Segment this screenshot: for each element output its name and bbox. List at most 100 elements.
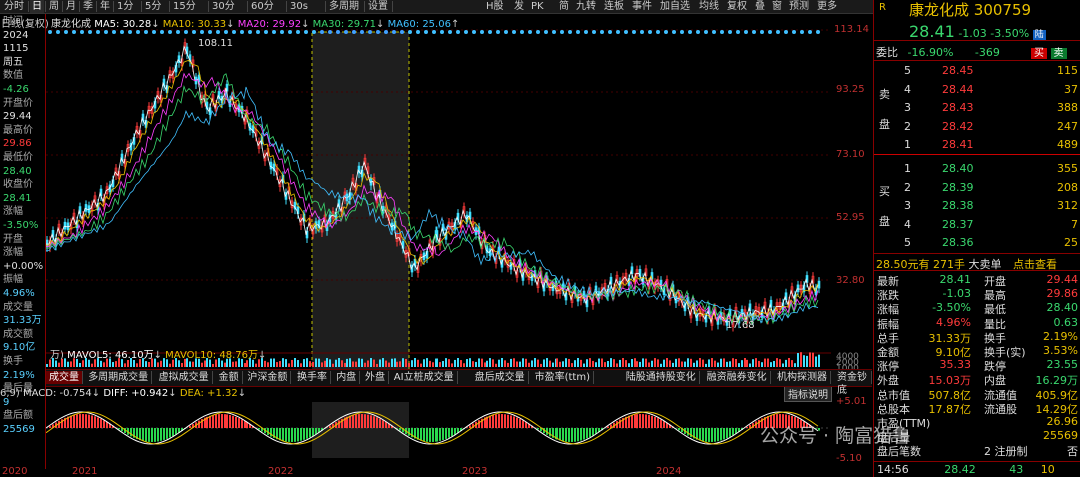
period-tab[interactable]: 30s bbox=[288, 0, 310, 13]
volume-bar bbox=[224, 362, 226, 367]
volume-bar bbox=[634, 358, 636, 367]
stock-name-label: 康龙化成 bbox=[51, 19, 91, 30]
indicator-tab[interactable]: 融资融券变化 bbox=[704, 371, 771, 384]
macd-bar bbox=[100, 418, 102, 428]
period-tab[interactable]: 5分 bbox=[143, 0, 163, 13]
macd-bar bbox=[678, 428, 680, 431]
toolbar-button[interactable]: 均线 bbox=[697, 0, 721, 13]
volume-bar bbox=[568, 358, 570, 367]
indicator-tab[interactable]: 成交量 bbox=[46, 371, 83, 384]
macd-bar bbox=[97, 417, 99, 428]
indicator-tab[interactable]: 金额 bbox=[216, 371, 243, 384]
volume-bar bbox=[675, 358, 677, 367]
macd-bar bbox=[163, 428, 165, 440]
macd-bar bbox=[519, 418, 521, 428]
macd-bar bbox=[279, 428, 281, 441]
candle-body bbox=[46, 239, 49, 248]
toolbar-button[interactable]: 事件 bbox=[630, 0, 654, 13]
volume-bar bbox=[522, 358, 524, 367]
volume-bar bbox=[705, 363, 707, 367]
indicator-tab[interactable]: 机构探测器 bbox=[774, 371, 831, 384]
order-vol: 25 bbox=[1064, 236, 1078, 249]
volume-bar bbox=[212, 363, 214, 367]
indicator-tab[interactable]: 资金钞底 bbox=[834, 371, 872, 396]
volume-bar bbox=[388, 362, 390, 367]
indicator-tab[interactable]: 市盈率(ttm) bbox=[532, 371, 594, 384]
period-tab[interactable]: 15分 bbox=[171, 0, 198, 13]
macd-bar bbox=[172, 428, 174, 437]
toolbar-button[interactable]: 发 bbox=[512, 0, 526, 13]
period-tab[interactable]: 多周期 bbox=[327, 0, 361, 13]
period-tab[interactable]: 日 bbox=[30, 0, 44, 13]
indicator-tab[interactable]: 陆股通持股变化 bbox=[623, 371, 700, 384]
signal-dot bbox=[296, 30, 300, 34]
tick-time: 14:56 bbox=[877, 463, 909, 476]
price-axis-label: 32.80 bbox=[836, 275, 865, 286]
data-window-row: 1115 bbox=[3, 43, 29, 55]
volume-bar bbox=[746, 359, 748, 367]
period-tab[interactable]: 季 bbox=[81, 0, 95, 13]
toolbar-button[interactable]: 加自选 bbox=[658, 0, 692, 13]
volume-bar bbox=[352, 361, 354, 367]
toolbar-button[interactable]: PK bbox=[529, 0, 546, 13]
toolbar-button[interactable]: 更多 bbox=[815, 0, 839, 13]
data-window-row: 成交量 bbox=[3, 301, 33, 313]
order-vol: 388 bbox=[1057, 101, 1078, 114]
indicator-help-button[interactable]: 指标说明 bbox=[784, 385, 832, 402]
period-tab[interactable]: 年 bbox=[98, 0, 112, 13]
indicator-tab[interactable]: 外盘 bbox=[362, 371, 389, 384]
order-level: 3 bbox=[904, 199, 911, 212]
signal-dot bbox=[384, 30, 388, 34]
toolbar-button[interactable]: H股 bbox=[484, 0, 506, 13]
period-tab[interactable]: 60分 bbox=[249, 0, 276, 13]
volume-bar bbox=[726, 361, 728, 367]
volume-bar bbox=[595, 362, 597, 367]
period-tab[interactable]: 周 bbox=[47, 0, 61, 13]
toolbar-button[interactable]: 预测 bbox=[787, 0, 811, 13]
toolbar-button[interactable]: 九转 bbox=[574, 0, 598, 13]
macd-bar bbox=[445, 428, 447, 439]
period-tab[interactable]: 1分 bbox=[115, 0, 135, 13]
indicator-tab[interactable]: 虚拟成交量 bbox=[156, 371, 213, 384]
indicator-tab[interactable]: 盘后成交量 bbox=[472, 371, 529, 384]
macd-bar bbox=[492, 414, 494, 428]
volume-bar bbox=[586, 359, 588, 367]
data-window-row: 31.33万 bbox=[3, 315, 42, 327]
toolbar-button[interactable]: 简 bbox=[557, 0, 571, 13]
indicator-tab[interactable]: 多周期成交量 bbox=[85, 371, 153, 384]
signal-dot bbox=[560, 30, 564, 34]
indicator-tab[interactable]: AI立桩成交量 bbox=[391, 371, 458, 384]
volume-bar bbox=[429, 360, 431, 367]
kline-chart[interactable]: 日线(复权) 康龙化成 MA5: 30.28↓ MA10: 30.33↓ MA2… bbox=[0, 14, 872, 469]
macd-bar bbox=[639, 414, 641, 428]
macd-bar bbox=[70, 415, 72, 428]
toolbar-button[interactable]: 窗 bbox=[770, 0, 784, 13]
period-tab[interactable]: 分时 bbox=[2, 0, 26, 13]
signal-dot bbox=[112, 30, 116, 34]
period-tab[interactable]: 设置 bbox=[366, 0, 390, 13]
toolbar-button[interactable]: 叠 bbox=[753, 0, 767, 13]
volume-bar bbox=[717, 362, 719, 367]
macd-bar bbox=[189, 425, 191, 428]
volume-bar bbox=[448, 359, 450, 367]
sell-button[interactable]: 卖 bbox=[1050, 48, 1067, 59]
volume-bar bbox=[160, 360, 162, 367]
signal-dot bbox=[656, 30, 660, 34]
period-tab[interactable]: 月 bbox=[64, 0, 78, 13]
candle-body bbox=[269, 161, 273, 170]
mavol5-legend: MAVOL5: 46.10万 bbox=[67, 350, 154, 361]
signal-dot bbox=[208, 30, 212, 34]
signal-dot bbox=[232, 30, 236, 34]
buy-button[interactable]: 买 bbox=[1031, 48, 1047, 59]
period-tab[interactable]: 30分 bbox=[210, 0, 237, 13]
toolbar-button[interactable]: 连板 bbox=[602, 0, 626, 13]
stat-cell: 0.63 bbox=[1053, 315, 1079, 329]
volume-bar bbox=[607, 361, 609, 367]
signal-dot bbox=[680, 30, 684, 34]
macd-bar bbox=[49, 426, 51, 428]
toolbar-button[interactable]: 复权 bbox=[725, 0, 749, 13]
order-vol: 208 bbox=[1057, 180, 1078, 194]
indicator-tab[interactable]: 换手率 bbox=[294, 371, 331, 384]
indicator-tab[interactable]: 沪深金额 bbox=[244, 371, 292, 384]
indicator-tab[interactable]: 内盘 bbox=[333, 371, 361, 384]
